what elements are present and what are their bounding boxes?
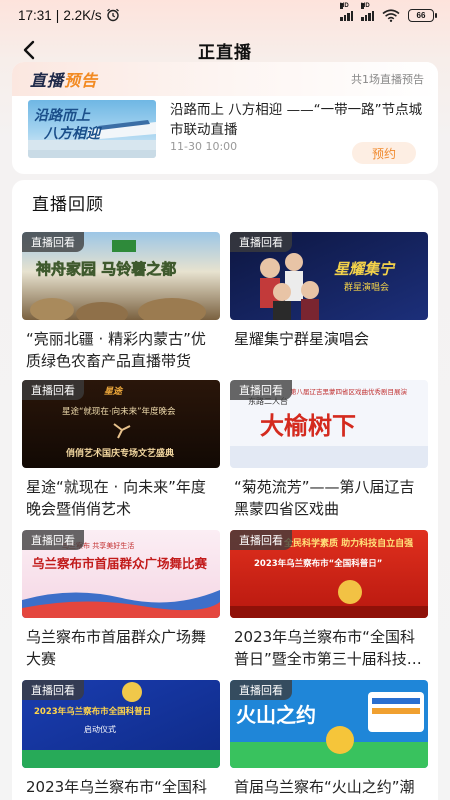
- preview-count: 共1场直播预告: [351, 73, 424, 86]
- replay-item[interactable]: 神舟家园 马铃薯之都 直播回看 “亮丽北疆 · 精彩内蒙古”优质绿色农畜产品直播…: [22, 232, 220, 372]
- replay-item-title: 2023年乌兰察布市“全国科普日”暨全市第: [26, 778, 207, 796]
- replay-thumbnail[interactable]: 第八届辽吉黑蒙四省区戏曲优秀剧目展演 东路二人台 大榆树下 直播回看: [230, 380, 428, 468]
- replay-thumbnail[interactable]: 2023年乌兰察布市全国科普日 启动仪式 直播回看: [22, 680, 220, 768]
- svg-text:火山之约: 火山之约: [236, 703, 316, 727]
- replay-badge: 直播回看: [22, 530, 84, 550]
- status-bar: 17:31 | 2.2K/s HD HD 66: [0, 0, 450, 30]
- live-preview-logo: 直播预告: [30, 71, 99, 90]
- svg-text:星途“就现在·向未来”年度晚会: 星途“就现在·向未来”年度晚会: [62, 406, 176, 417]
- svg-text:全民科学素质 助力科技自立自强: 全民科学素质 助力科技自立自强: [283, 537, 413, 549]
- svg-text:星耀集宁: 星耀集宁: [334, 260, 396, 278]
- svg-text:2023年乌兰察布市全国科普日: 2023年乌兰察布市全国科普日: [34, 706, 151, 717]
- preview-thumbnail-art: 沿路而上 八方相迎: [28, 107, 156, 158]
- replay-thumbnail[interactable]: 火山之约 直播回看: [230, 680, 428, 768]
- page-title: 正直播: [198, 42, 252, 63]
- replay-item-title: 星耀集宁群星演唱会: [234, 330, 370, 348]
- reserve-button[interactable]: 预约: [352, 142, 416, 164]
- preview-thumbnail[interactable]: 沿路而上 八方相迎: [28, 100, 156, 158]
- battery-icon: 66: [408, 8, 437, 22]
- replay-thumbnail[interactable]: 乌兰察布 共享美好生活 乌兰察布市首届群众广场舞比赛 直播回看: [22, 530, 220, 618]
- svg-text:启动仪式: 启动仪式: [84, 724, 116, 734]
- svg-text:沿路而上: 沿路而上: [34, 107, 91, 124]
- svg-text:乌兰察布市首届群众广场舞比赛: 乌兰察布市首届群众广场舞比赛: [32, 556, 208, 571]
- wifi-icon: [382, 8, 400, 22]
- replay-badge: 直播回看: [230, 232, 292, 252]
- replay-item-title: “菊苑流芳”——第八届辽吉黑蒙四省区戏曲: [234, 478, 415, 518]
- svg-text:大榆树下: 大榆树下: [260, 411, 356, 440]
- replay-section: 直播回顾 神舟家园 马铃薯之都 直播回看 “亮丽北疆 · 精彩内蒙古”优质绿色农…: [12, 180, 438, 800]
- replay-item[interactable]: 2023年乌兰察布市全国科普日 启动仪式 直播回看 2023年乌兰察布市“全国科…: [22, 680, 220, 800]
- replay-item-title: 2023年乌兰察布市“全国科普日”暨全市第三十届科技活动周: [234, 628, 422, 668]
- signal-icon-2: HD: [361, 2, 374, 21]
- signal-icon: HD: [340, 2, 353, 21]
- replay-thumbnail[interactable]: 全民科学素质 助力科技自立自强 2023年乌兰察布市“全国科普日” 直播回看: [230, 530, 428, 618]
- replay-item-title: “亮丽北疆 · 精彩内蒙古”优质绿色农畜产品直播带货: [26, 330, 206, 370]
- replay-badge: 直播回看: [22, 232, 84, 252]
- preview-item[interactable]: 沿路而上 八方相迎 沿路而上 八方相迎 ——“一带一路”节点城市联动直播 11-…: [12, 96, 438, 164]
- replay-badge: 直播回看: [230, 530, 292, 550]
- replay-item[interactable]: 全民科学素质 助力科技自立自强 2023年乌兰察布市“全国科普日” 直播回看 2…: [230, 530, 428, 670]
- replay-thumbnail[interactable]: 神舟家园 马铃薯之都 直播回看: [22, 232, 220, 320]
- replay-item[interactable]: 第八届辽吉黑蒙四省区戏曲优秀剧目展演 东路二人台 大榆树下 直播回看 “菊苑流芳…: [230, 380, 428, 520]
- replay-item[interactable]: 火山之约 直播回看 首届乌兰察布“火山之约”潮流文化节: [230, 680, 428, 800]
- replay-badge: 直播回看: [22, 680, 84, 700]
- svg-text:俏俏艺术国庆专场文艺盛典: 俏俏艺术国庆专场文艺盛典: [66, 447, 174, 459]
- replay-thumbnail[interactable]: 星耀集宁 群星演唱会 直播回看: [230, 232, 428, 320]
- svg-text:八方相迎: 八方相迎: [43, 125, 102, 142]
- svg-text:神舟家园 马铃薯之都: 神舟家园 马铃薯之都: [36, 260, 176, 278]
- back-arrow-icon[interactable]: [18, 38, 42, 62]
- replay-item[interactable]: 乌兰察布 共享美好生活 乌兰察布市首届群众广场舞比赛 直播回看 乌兰察布市首届群…: [22, 530, 220, 670]
- replay-item-title: 星途“就现在 · 向未来”年度晚会暨俏俏艺术: [26, 478, 206, 518]
- replay-badge: 直播回看: [230, 680, 292, 700]
- replay-item[interactable]: 星耀集宁 群星演唱会 直播回看 星耀集宁群星演唱会: [230, 232, 428, 350]
- status-time: 17:31: [18, 7, 52, 23]
- replay-section-title: 直播回顾: [32, 195, 104, 215]
- replay-thumbnail[interactable]: 星途 星途“就现在·向未来”年度晚会 俏俏艺术国庆专场文艺盛典 直播回看: [22, 380, 220, 468]
- live-preview-card: 直播预告 共1场直播预告 沿路而上 八方相迎 沿路而上 八方相迎 ——“一带一路…: [12, 62, 438, 174]
- svg-text:群星演唱会: 群星演唱会: [344, 281, 389, 293]
- svg-text:星途: 星途: [104, 386, 124, 397]
- replay-item-title: 乌兰察布市首届群众广场舞大赛: [26, 628, 207, 668]
- replay-item-title: 首届乌兰察布“火山之约”潮流文化节: [234, 778, 415, 796]
- alarm-icon: [106, 8, 119, 22]
- svg-text:第八届辽吉黑蒙四省区戏曲优秀剧目展演: 第八届辽吉黑蒙四省区戏曲优秀剧目展演: [290, 387, 408, 396]
- replay-badge: 直播回看: [230, 380, 292, 400]
- replay-badge: 直播回看: [22, 380, 84, 400]
- preview-header: 直播预告 共1场直播预告: [12, 62, 438, 96]
- replay-item[interactable]: 星途 星途“就现在·向未来”年度晚会 俏俏艺术国庆专场文艺盛典 直播回看 星途“…: [22, 380, 220, 520]
- preview-title[interactable]: 沿路而上 八方相迎 ——“一带一路”节点城市联动直播: [170, 100, 424, 140]
- svg-text:2023年乌兰察布市“全国科普日”: 2023年乌兰察布市“全国科普日”: [254, 558, 382, 569]
- network-speed: 2.2K/s: [63, 7, 102, 23]
